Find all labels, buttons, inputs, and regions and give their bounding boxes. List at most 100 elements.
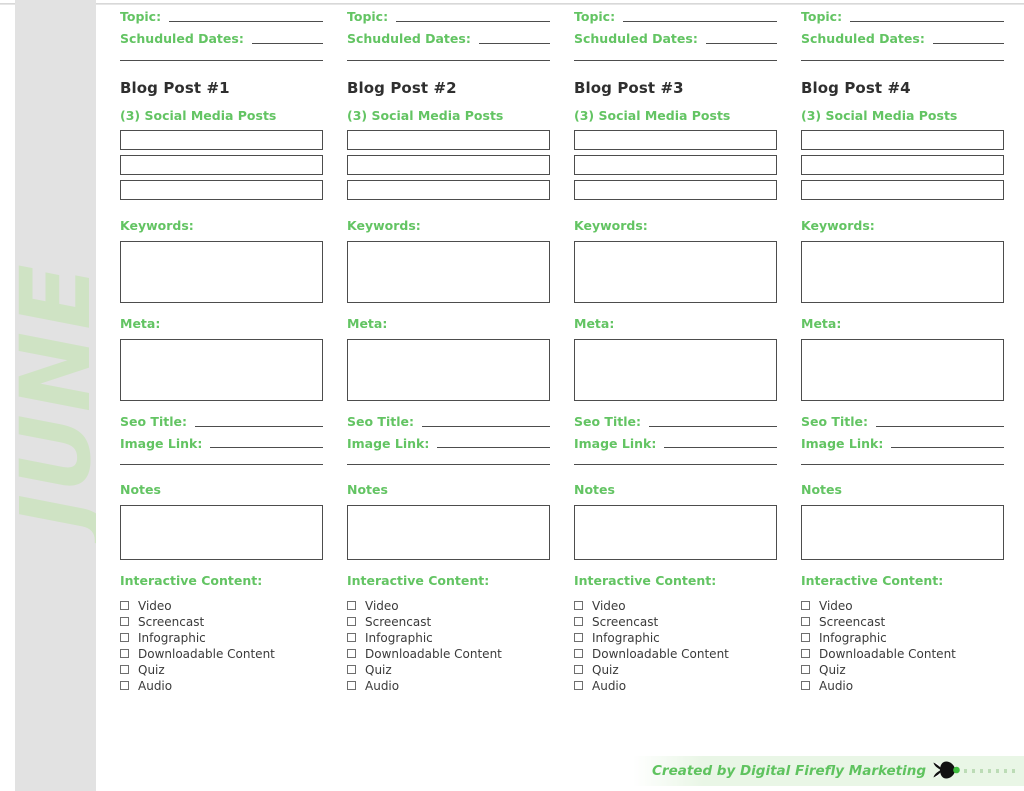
- scheduled-dates-field-3[interactable]: Schuduled Dates:: [574, 31, 777, 46]
- seo-title-input-rule[interactable]: [875, 425, 1004, 427]
- checkbox-icon[interactable]: [347, 617, 356, 627]
- check-item[interactable]: Quiz: [574, 662, 777, 678]
- checkbox-icon[interactable]: [574, 617, 583, 627]
- image-link-input-rule[interactable]: [891, 447, 1004, 449]
- check-item[interactable]: Quiz: [120, 662, 323, 678]
- topic-field-2[interactable]: Topic:: [347, 10, 550, 24]
- check-item[interactable]: Video: [574, 598, 777, 614]
- social-post-input-1-3[interactable]: [120, 180, 323, 201]
- social-post-input-3-1[interactable]: [574, 130, 777, 151]
- checkbox-icon[interactable]: [120, 681, 129, 691]
- scheduled-dates-input-rule[interactable]: [251, 42, 323, 44]
- keywords-input-1[interactable]: [120, 241, 323, 303]
- seo-title-input-rule[interactable]: [194, 425, 323, 427]
- checkbox-icon[interactable]: [574, 665, 583, 675]
- check-item[interactable]: Infographic: [347, 630, 550, 646]
- checkbox-icon[interactable]: [801, 633, 810, 643]
- seo-title-input-rule[interactable]: [648, 425, 777, 427]
- notes-input-1[interactable]: [120, 505, 323, 560]
- check-item[interactable]: Downloadable Content: [801, 646, 1004, 662]
- image-link-field-4[interactable]: Image Link:: [801, 436, 1004, 451]
- checkbox-icon[interactable]: [801, 617, 810, 627]
- checkbox-icon[interactable]: [120, 665, 129, 675]
- check-item[interactable]: Quiz: [347, 662, 550, 678]
- checkbox-icon[interactable]: [801, 649, 810, 659]
- notes-input-3[interactable]: [574, 505, 777, 560]
- check-item[interactable]: Downloadable Content: [347, 646, 550, 662]
- checkbox-icon[interactable]: [574, 681, 583, 691]
- check-item[interactable]: Audio: [801, 678, 1004, 694]
- scheduled-dates-field-2[interactable]: Schuduled Dates:: [347, 31, 550, 46]
- social-post-input-1-1[interactable]: [120, 130, 323, 151]
- social-post-input-2-3[interactable]: [347, 180, 550, 201]
- check-item[interactable]: Video: [347, 598, 550, 614]
- social-post-input-4-2[interactable]: [801, 155, 1004, 176]
- meta-input-3[interactable]: [574, 338, 777, 401]
- keywords-input-4[interactable]: [801, 241, 1004, 303]
- keywords-input-2[interactable]: [347, 241, 550, 303]
- image-link-input-rule[interactable]: [437, 447, 550, 449]
- social-post-input-3-3[interactable]: [574, 180, 777, 201]
- seo-title-field-4[interactable]: Seo Title:: [801, 414, 1004, 429]
- social-post-input-2-1[interactable]: [347, 130, 550, 151]
- notes-input-4[interactable]: [801, 505, 1004, 560]
- seo-title-field-3[interactable]: Seo Title:: [574, 414, 777, 429]
- image-link-field-2[interactable]: Image Link:: [347, 436, 550, 451]
- topic-input-rule[interactable]: [850, 20, 1004, 22]
- checkbox-icon[interactable]: [120, 649, 129, 659]
- check-item[interactable]: Infographic: [120, 630, 323, 646]
- seo-title-field-1[interactable]: Seo Title:: [120, 414, 323, 429]
- image-link-input-rule[interactable]: [210, 447, 323, 449]
- check-item[interactable]: Infographic: [801, 630, 1004, 646]
- seo-title-input-rule[interactable]: [421, 425, 550, 427]
- meta-input-4[interactable]: [801, 338, 1004, 401]
- checkbox-icon[interactable]: [120, 617, 129, 627]
- check-item[interactable]: Video: [801, 598, 1004, 614]
- topic-input-rule[interactable]: [623, 20, 777, 22]
- check-item[interactable]: Downloadable Content: [120, 646, 323, 662]
- check-item[interactable]: Infographic: [574, 630, 777, 646]
- scheduled-dates-input-rule[interactable]: [478, 42, 550, 44]
- check-item[interactable]: Quiz: [801, 662, 1004, 678]
- image-link-field-1[interactable]: Image Link:: [120, 436, 323, 451]
- checkbox-icon[interactable]: [120, 601, 129, 611]
- scheduled-dates-input-rule[interactable]: [705, 42, 777, 44]
- social-post-input-1-2[interactable]: [120, 155, 323, 176]
- check-item[interactable]: Screencast: [120, 614, 323, 630]
- check-item[interactable]: Audio: [347, 678, 550, 694]
- scheduled-dates-field-1[interactable]: Schuduled Dates:: [120, 31, 323, 46]
- checkbox-icon[interactable]: [801, 601, 810, 611]
- scheduled-dates-input-rule[interactable]: [932, 42, 1004, 44]
- meta-input-1[interactable]: [120, 338, 323, 401]
- seo-title-field-2[interactable]: Seo Title:: [347, 414, 550, 429]
- checkbox-icon[interactable]: [574, 633, 583, 643]
- checkbox-icon[interactable]: [347, 649, 356, 659]
- checkbox-icon[interactable]: [574, 649, 583, 659]
- social-post-input-4-3[interactable]: [801, 180, 1004, 201]
- checkbox-icon[interactable]: [347, 601, 356, 611]
- check-item[interactable]: Downloadable Content: [574, 646, 777, 662]
- notes-input-2[interactable]: [347, 505, 550, 560]
- topic-field-4[interactable]: Topic:: [801, 10, 1004, 24]
- checkbox-icon[interactable]: [347, 665, 356, 675]
- check-item[interactable]: Video: [120, 598, 323, 614]
- check-item[interactable]: Screencast: [801, 614, 1004, 630]
- scheduled-dates-field-4[interactable]: Schuduled Dates:: [801, 31, 1004, 46]
- social-post-input-2-2[interactable]: [347, 155, 550, 176]
- social-post-input-4-1[interactable]: [801, 130, 1004, 151]
- check-item[interactable]: Audio: [574, 678, 777, 694]
- topic-input-rule[interactable]: [396, 20, 550, 22]
- check-item[interactable]: Screencast: [347, 614, 550, 630]
- topic-field-3[interactable]: Topic:: [574, 10, 777, 24]
- image-link-field-3[interactable]: Image Link:: [574, 436, 777, 451]
- check-item[interactable]: Audio: [120, 678, 323, 694]
- checkbox-icon[interactable]: [347, 681, 356, 691]
- check-item[interactable]: Screencast: [574, 614, 777, 630]
- social-post-input-3-2[interactable]: [574, 155, 777, 176]
- checkbox-icon[interactable]: [801, 665, 810, 675]
- topic-input-rule[interactable]: [169, 20, 323, 22]
- keywords-input-3[interactable]: [574, 241, 777, 303]
- meta-input-2[interactable]: [347, 338, 550, 401]
- checkbox-icon[interactable]: [120, 633, 129, 643]
- checkbox-icon[interactable]: [347, 633, 356, 643]
